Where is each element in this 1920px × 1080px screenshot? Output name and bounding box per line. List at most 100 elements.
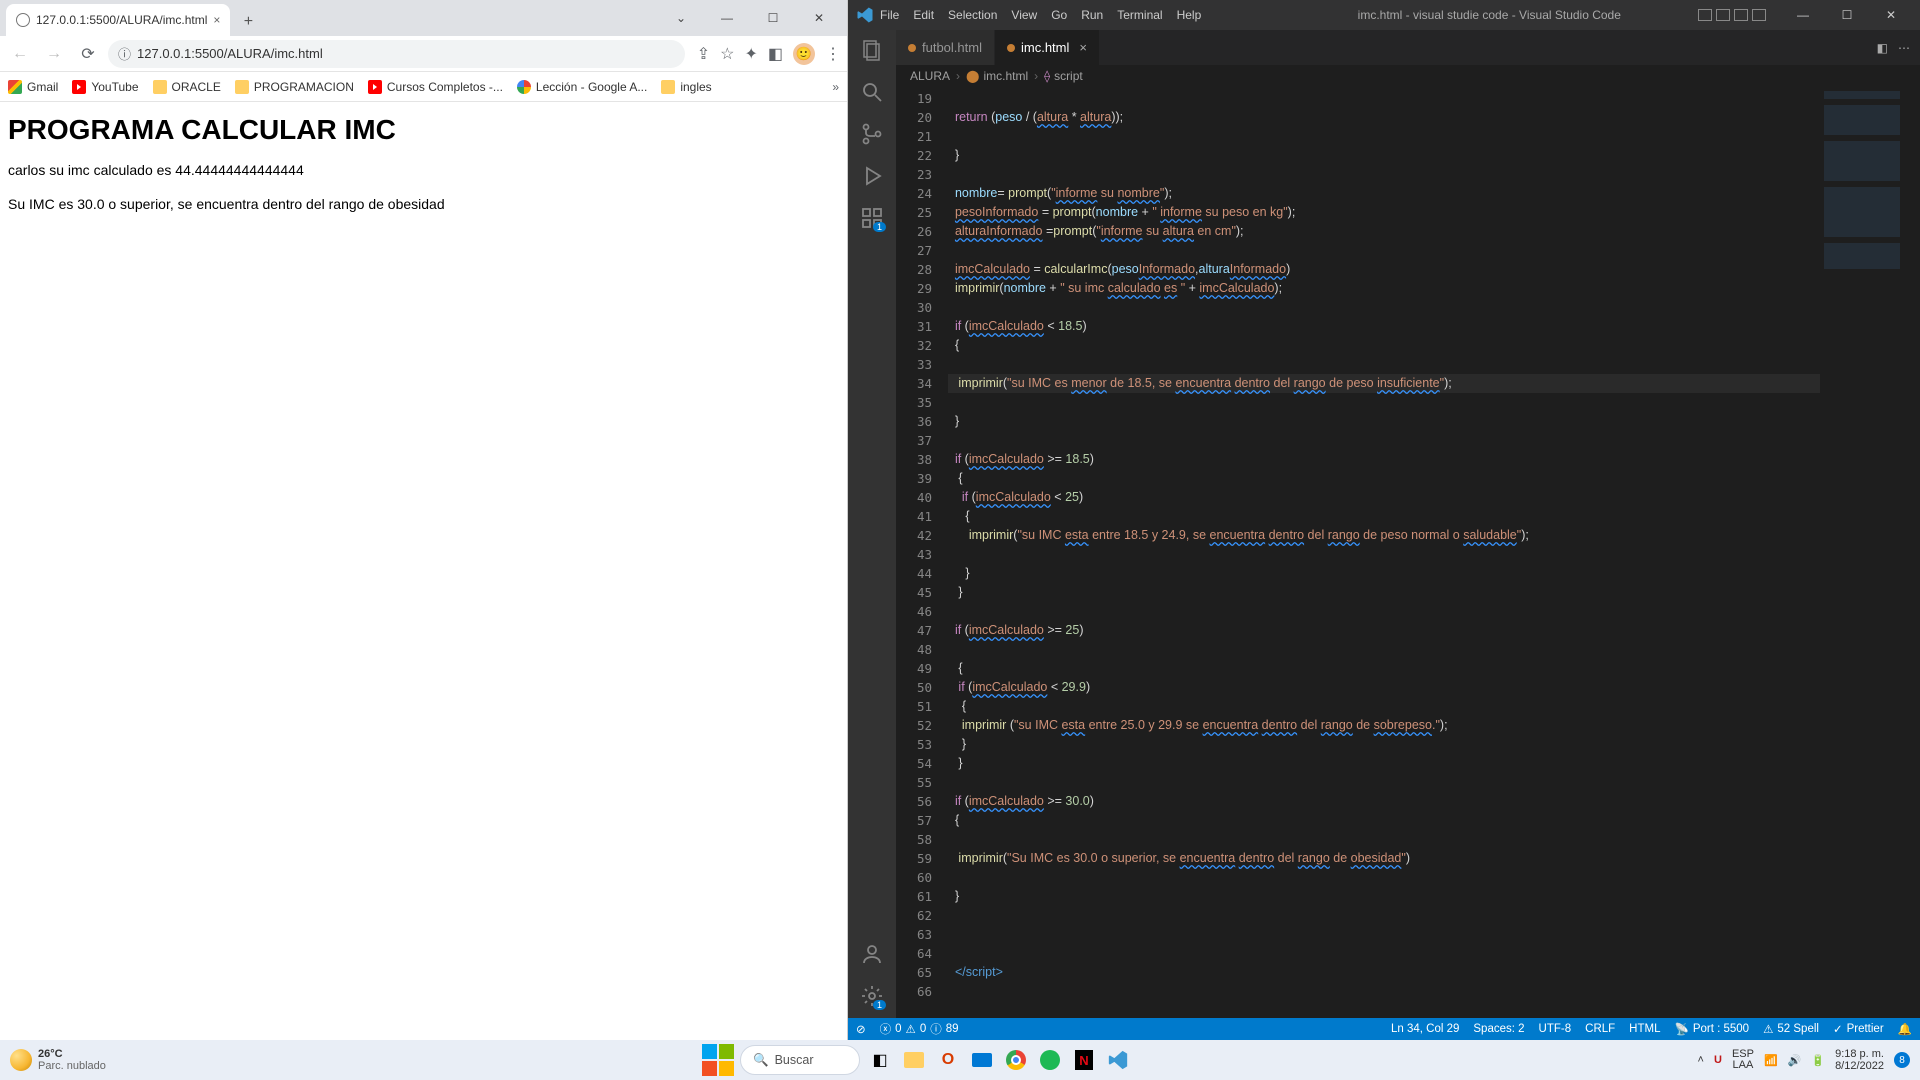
bookmark-cursos[interactable]: Cursos Completos -... [368, 80, 503, 94]
code-content[interactable]: return (peso / (altura * altura)); } nom… [942, 87, 1820, 1018]
new-tab-button[interactable]: + [234, 8, 262, 36]
menu-go[interactable]: Go [1051, 8, 1067, 22]
encoding[interactable]: UTF-8 [1539, 1023, 1572, 1035]
menu-run[interactable]: Run [1081, 8, 1103, 22]
maximize-icon[interactable]: ☐ [751, 3, 795, 33]
menu-selection[interactable]: Selection [948, 8, 997, 22]
youtube-icon [72, 80, 86, 94]
settings-icon[interactable]: 1 [860, 984, 884, 1008]
source-control-icon[interactable] [860, 122, 884, 146]
back-icon[interactable]: ← [6, 40, 34, 68]
language-mode[interactable]: HTML [1629, 1023, 1660, 1035]
task-view-icon[interactable]: ◧ [866, 1046, 894, 1074]
language-indicator[interactable]: ESPLAA [1732, 1049, 1754, 1071]
mcafee-icon[interactable]: U [1714, 1054, 1722, 1066]
minimize-icon[interactable]: — [1782, 1, 1824, 29]
more-icon[interactable]: ⋯ [1898, 41, 1910, 55]
menu-help[interactable]: Help [1177, 8, 1202, 22]
formatter[interactable]: ✓ Prettier [1833, 1022, 1884, 1036]
run-debug-icon[interactable] [860, 164, 884, 188]
menu-view[interactable]: View [1011, 8, 1037, 22]
bookmark-ingles[interactable]: ingles [661, 80, 711, 94]
bookmark-youtube[interactable]: YouTube [72, 80, 138, 94]
address-bar[interactable]: ⓘ 127.0.0.1:5500/ALURA/imc.html [108, 40, 685, 68]
extensions-icon[interactable]: 1 [860, 206, 884, 230]
bookmark-oracle[interactable]: ORACLE [153, 80, 221, 94]
browser-tab[interactable]: 127.0.0.1:5500/ALURA/imc.html × [6, 4, 230, 36]
minimize-icon[interactable]: — [705, 3, 749, 33]
live-server-port[interactable]: 📡 Port : 5500 [1674, 1022, 1749, 1036]
bookmarks-bar: Gmail YouTube ORACLE PROGRAMACION Cursos… [0, 72, 847, 102]
close-icon[interactable]: ✕ [1870, 1, 1912, 29]
chrome-icon[interactable] [1002, 1046, 1030, 1074]
site-info-icon[interactable]: ⓘ [118, 44, 131, 63]
explorer-icon[interactable] [860, 38, 884, 62]
share-icon[interactable]: ⇪ [697, 44, 710, 64]
vscode-menubar: File Edit Selection View Go Run Terminal… [880, 8, 1201, 22]
menu-terminal[interactable]: Terminal [1117, 8, 1162, 22]
notification-center-icon[interactable]: 8 [1894, 1052, 1910, 1068]
eol[interactable]: CRLF [1585, 1023, 1615, 1035]
star-icon[interactable]: ☆ [720, 44, 734, 64]
reload-icon[interactable]: ⟳ [74, 40, 102, 68]
extensions-icon[interactable]: ✦ [744, 44, 757, 64]
globe-icon [16, 13, 30, 27]
file-explorer-icon[interactable] [900, 1046, 928, 1074]
close-icon[interactable]: ✕ [797, 3, 841, 33]
chrome-toolbar: ← → ⟳ ⓘ 127.0.0.1:5500/ALURA/imc.html ⇪ … [0, 36, 847, 72]
bookmark-programacion[interactable]: PROGRAMACION [235, 80, 354, 94]
editor-tabs: futbol.html imc.html × ◧ ⋯ [896, 30, 1920, 65]
chevron-down-icon[interactable]: ⌄ [659, 3, 703, 33]
forward-icon[interactable]: → [40, 40, 68, 68]
activity-bar: 1 1 [848, 30, 896, 1018]
editor-tab-imc[interactable]: imc.html × [995, 30, 1100, 65]
notifications-icon[interactable]: 🔔 [1898, 1022, 1912, 1036]
breadcrumb[interactable]: ALURA› ⬤imc.html› ⟠script [896, 65, 1920, 87]
minimap[interactable] [1820, 87, 1920, 1018]
cursor-position[interactable]: Ln 34, Col 29 [1391, 1023, 1459, 1035]
youtube-icon [368, 80, 382, 94]
vscode-taskbar-icon[interactable] [1104, 1046, 1132, 1074]
code-editor[interactable]: 19 20 21 22 23 24 25 26 27 28 29 30 31 3… [896, 87, 1920, 1018]
account-icon[interactable] [860, 942, 884, 966]
wifi-icon[interactable]: 📶 [1764, 1054, 1778, 1067]
profile-avatar[interactable]: 🙂 [793, 43, 815, 65]
office-icon[interactable]: O [934, 1046, 962, 1074]
gmail-icon [8, 80, 22, 94]
remote-indicator[interactable]: ⊘ [856, 1022, 866, 1036]
mail-icon[interactable] [968, 1046, 996, 1074]
page-heading: PROGRAMA CALCULAR IMC [8, 114, 839, 146]
start-button[interactable] [702, 1044, 734, 1076]
page-content: PROGRAMA CALCULAR IMC carlos su imc calc… [0, 102, 847, 1040]
search-icon[interactable] [860, 80, 884, 104]
sidepanel-icon[interactable]: ◧ [768, 44, 783, 64]
layout-controls[interactable] [1698, 9, 1766, 21]
page-line-2: Su IMC es 30.0 o superior, se encuentra … [8, 196, 839, 212]
menu-file[interactable]: File [880, 8, 899, 22]
editor-tab-futbol[interactable]: futbol.html [896, 30, 995, 65]
problems-indicator[interactable]: ⓧ 0 ⚠ 0 ⓘ 89 [880, 1021, 959, 1037]
menu-edit[interactable]: Edit [913, 8, 934, 22]
kebab-icon[interactable]: ⋮ [825, 44, 841, 64]
close-icon[interactable]: × [213, 13, 220, 27]
split-editor-icon[interactable]: ◧ [1877, 41, 1888, 55]
clock[interactable]: 9:18 p. m.8/12/2022 [1835, 1048, 1884, 1072]
weather-widget[interactable]: 26°C Parc. nublado [0, 1048, 106, 1072]
bookmark-gmail[interactable]: Gmail [8, 80, 58, 94]
spotify-icon[interactable] [1036, 1046, 1064, 1074]
bookmark-leccion[interactable]: Lección - Google A... [517, 80, 647, 94]
close-icon[interactable]: × [1079, 40, 1087, 55]
taskbar-center: 🔍 Buscar ◧ O N [702, 1044, 1132, 1076]
netflix-icon[interactable]: N [1070, 1046, 1098, 1074]
volume-icon[interactable]: 🔊 [1788, 1054, 1802, 1067]
bookmarks-overflow-icon[interactable]: » [832, 80, 839, 94]
spell-check[interactable]: ⚠ 52 Spell [1763, 1022, 1819, 1036]
indentation[interactable]: Spaces: 2 [1473, 1023, 1524, 1035]
folder-icon [235, 80, 249, 94]
battery-icon[interactable]: 🔋 [1811, 1054, 1825, 1067]
taskbar-search[interactable]: 🔍 Buscar [740, 1045, 860, 1075]
tray-chevron-icon[interactable]: ˄ [1698, 1054, 1704, 1066]
page-line-1: carlos su imc calculado es 44.4444444444… [8, 162, 839, 178]
html-file-icon [908, 44, 916, 52]
maximize-icon[interactable]: ☐ [1826, 1, 1868, 29]
